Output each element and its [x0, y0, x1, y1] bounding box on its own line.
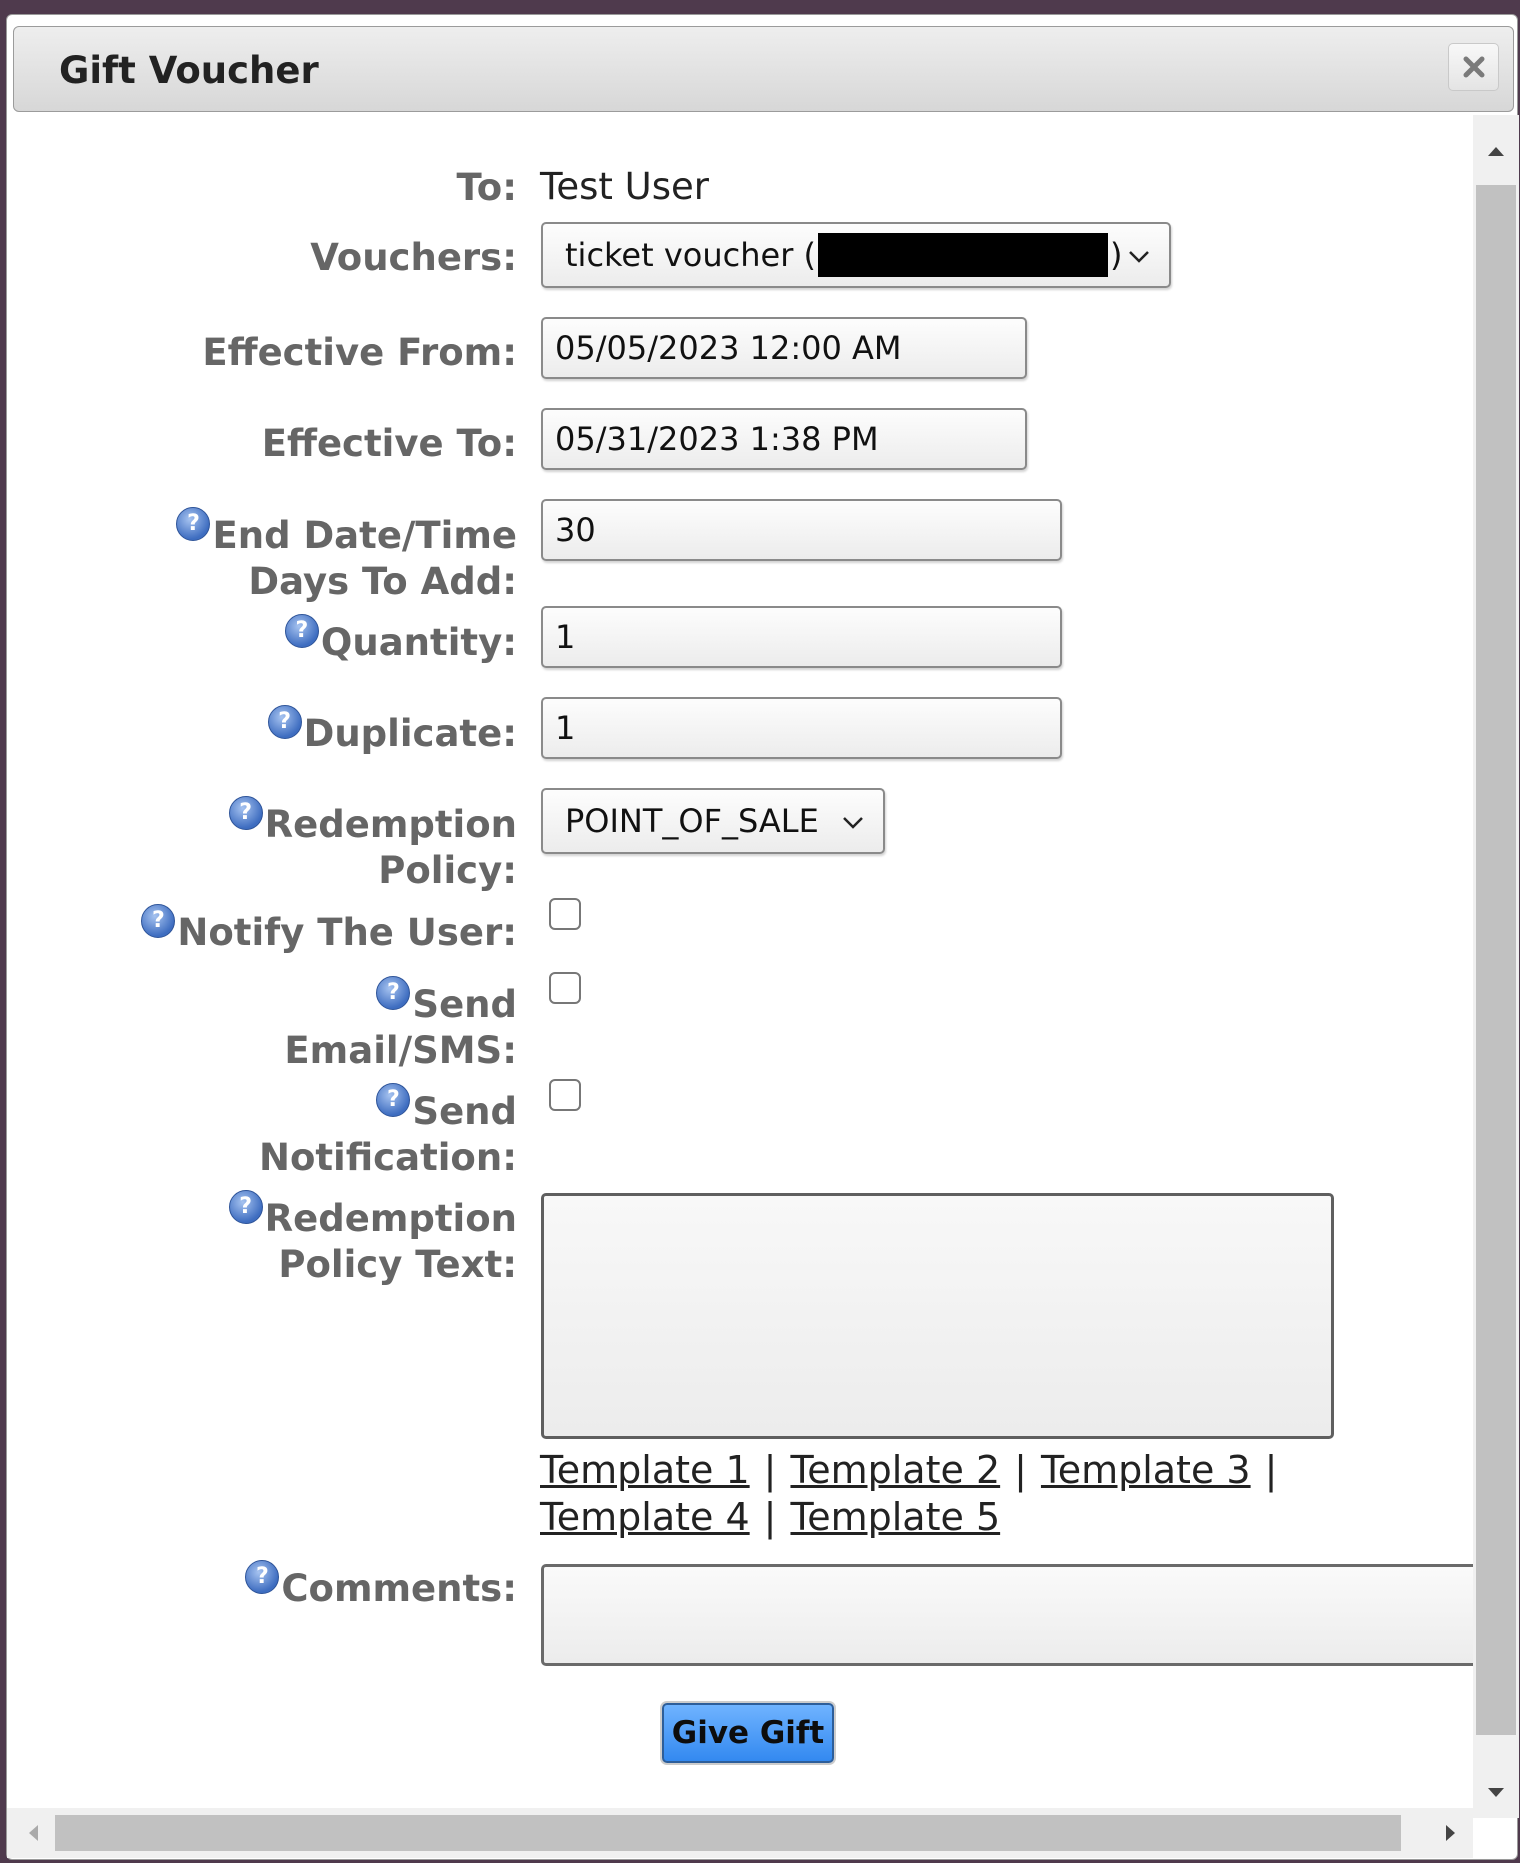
help-icon[interactable] [228, 1190, 263, 1224]
template-3-link[interactable]: Template 3 [1041, 1448, 1251, 1492]
scroll-left-button[interactable] [11, 1808, 55, 1858]
help-icon[interactable] [267, 705, 302, 739]
chevron-down-icon [1129, 251, 1149, 263]
quantity-label: Quantity: [284, 614, 517, 666]
arrow-down-icon [1488, 1788, 1504, 1797]
help-icon[interactable] [228, 796, 263, 830]
help-icon[interactable] [176, 507, 211, 541]
policy-text-area[interactable] [541, 1193, 1334, 1439]
close-icon [1463, 56, 1484, 78]
help-icon[interactable] [284, 614, 319, 648]
vertical-scroll-thumb[interactable] [1476, 185, 1516, 1735]
template-links: Template 1 | Template 2 | Template 3 | Templa… [540, 1448, 1278, 1539]
effective-to-label: Effective To: [261, 422, 517, 465]
voucher-prefix: ticket voucher ( [565, 236, 816, 274]
close-button[interactable] [1448, 43, 1499, 91]
quantity-input[interactable]: 1 [541, 606, 1062, 668]
redemption-policy-value: POINT_OF_SALE [565, 802, 819, 840]
to-value: Test User [540, 165, 709, 208]
arrow-left-icon [29, 1825, 38, 1841]
redemption-policy-label: Redemption Policy: [228, 796, 517, 894]
gift-voucher-dialog: Gift Voucher To: Test User Vouchers: tic… [6, 14, 1519, 1860]
give-gift-button[interactable]: Give Gift [662, 1703, 834, 1763]
dialog-titlebar[interactable]: Gift Voucher [13, 26, 1514, 112]
help-icon[interactable] [245, 1560, 280, 1594]
scroll-down-button[interactable] [1473, 1775, 1519, 1811]
effective-from-input[interactable]: 05/05/2023 12:00 AM [541, 317, 1027, 379]
vertical-scrollbar[interactable] [1473, 115, 1519, 1818]
help-icon[interactable] [376, 1083, 411, 1117]
template-4-link[interactable]: Template 4 [540, 1495, 750, 1539]
days-to-add-label: End Date/Time Days To Add: [176, 507, 517, 605]
effective-to-input[interactable]: 05/31/2023 1:38 PM [541, 408, 1027, 470]
send-email-label: Send Email/SMS: [284, 976, 517, 1074]
chevron-down-icon [843, 817, 863, 829]
vouchers-label: Vouchers: [310, 236, 517, 279]
notify-user-label: Notify The User: [141, 904, 517, 956]
duplicate-label: Duplicate: [267, 705, 517, 757]
vouchers-select[interactable]: ticket voucher ( ) [541, 222, 1171, 288]
help-icon[interactable] [376, 976, 411, 1010]
horizontal-scrollbar[interactable] [7, 1808, 1473, 1858]
send-email-checkbox[interactable] [549, 972, 581, 1004]
duplicate-input[interactable]: 1 [541, 697, 1062, 759]
send-notification-checkbox[interactable] [549, 1079, 581, 1111]
comments-label: Comments: [245, 1560, 517, 1612]
redemption-policy-select[interactable]: POINT_OF_SALE [541, 788, 885, 854]
scroll-right-button[interactable] [1429, 1808, 1473, 1858]
policy-text-label: Redemption Policy Text: [228, 1190, 517, 1288]
notify-user-checkbox[interactable] [549, 898, 581, 930]
arrow-up-icon [1488, 147, 1504, 156]
scroll-up-button[interactable] [1473, 133, 1519, 169]
horizontal-scroll-thumb[interactable] [55, 1815, 1401, 1851]
dialog-title: Gift Voucher [59, 49, 319, 92]
comments-input[interactable] [541, 1564, 1473, 1666]
effective-from-label: Effective From: [202, 331, 517, 374]
template-1-link[interactable]: Template 1 [540, 1448, 750, 1492]
template-2-link[interactable]: Template 2 [790, 1448, 1000, 1492]
redacted-block [818, 233, 1108, 277]
help-icon[interactable] [141, 904, 176, 938]
send-notification-label: Send Notification: [259, 1083, 517, 1181]
days-to-add-input[interactable]: 30 [541, 499, 1062, 561]
voucher-suffix: ) [1110, 236, 1123, 274]
template-5-link[interactable]: Template 5 [790, 1495, 1000, 1539]
to-label: To: [456, 166, 517, 209]
arrow-right-icon [1446, 1825, 1455, 1841]
